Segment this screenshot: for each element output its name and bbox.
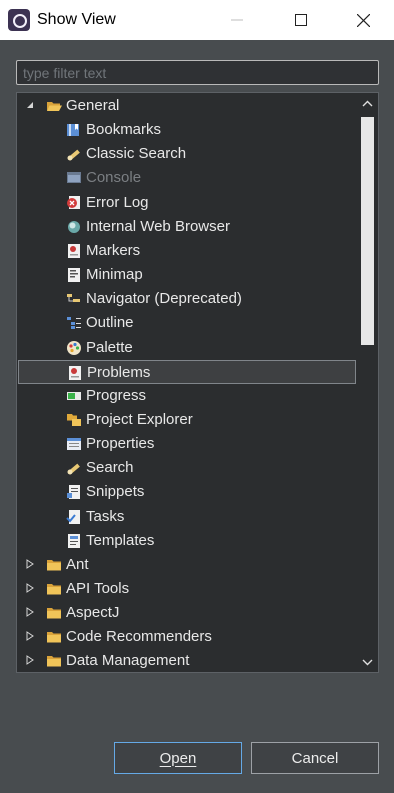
tree-item-internal-web-browser[interactable]: Internal Web Browser — [18, 215, 356, 239]
minimize-icon — [231, 19, 243, 21]
view-tree: General Bookmarks Classic Search Console Err… — [16, 92, 379, 673]
tree-item-palette[interactable]: Palette — [18, 336, 356, 360]
console-icon — [66, 170, 82, 186]
tree-item-label: Internal Web Browser — [86, 217, 230, 235]
open-button[interactable]: Open — [114, 742, 242, 774]
project-explorer-icon — [66, 412, 82, 428]
tree-item-code-recommenders[interactable]: Code Recommenders — [18, 625, 356, 649]
eclipse-app-icon — [8, 9, 30, 31]
tree-item-ant[interactable]: Ant — [18, 553, 356, 577]
title-bar: Show View — [0, 0, 394, 40]
search-icon — [66, 460, 82, 476]
maximize-icon — [295, 14, 307, 26]
tree-item-outline[interactable]: Outline — [18, 311, 356, 335]
tree-item-error-log[interactable]: Error Log — [18, 191, 356, 215]
tree-item-console[interactable]: Console — [18, 166, 356, 190]
tree-item-api-tools[interactable]: API Tools — [18, 577, 356, 601]
collapsed-twisty-icon[interactable] — [24, 582, 36, 594]
folder-icon — [46, 581, 62, 597]
tree-item-label: Ant — [66, 555, 89, 573]
folder-icon — [46, 629, 62, 645]
bookmarks-icon — [66, 122, 82, 138]
tree-item-aspectj[interactable]: AspectJ — [18, 601, 356, 625]
tree-item-minimap[interactable]: Minimap — [18, 263, 356, 287]
close-icon — [356, 13, 370, 27]
chevron-down-icon — [362, 659, 372, 665]
tree-item-label: Outline — [86, 314, 134, 332]
tree-item-label: Progress — [86, 386, 147, 404]
classic-search-icon — [66, 146, 82, 162]
properties-icon — [66, 436, 82, 452]
tree-item-label: Properties — [86, 435, 155, 453]
tree-item-label: Code Recommenders — [66, 628, 212, 646]
folder-icon — [46, 653, 62, 669]
tree-item-label: Markers — [86, 241, 141, 259]
tree-item-snippets[interactable]: Snippets — [18, 480, 356, 504]
tree-item-properties[interactable]: Properties — [18, 432, 356, 456]
scroll-up-button[interactable] — [356, 93, 378, 113]
collapsed-twisty-icon[interactable] — [24, 630, 36, 642]
problems-icon — [67, 365, 83, 381]
tree-item-tasks[interactable]: Tasks — [18, 505, 356, 529]
chevron-up-icon — [362, 100, 372, 106]
maximize-button[interactable] — [276, 0, 326, 40]
folder-icon — [46, 605, 62, 621]
tree-item-markers[interactable]: Markers — [18, 239, 356, 263]
tree-item-label: Tasks — [86, 507, 125, 525]
markers-icon — [66, 243, 82, 259]
minimap-icon — [66, 267, 82, 283]
tree-item-label: Data Management — [66, 652, 190, 670]
tree-item-general[interactable]: General — [18, 94, 356, 118]
tree-item-label: Search — [86, 459, 134, 477]
palette-icon — [66, 340, 82, 356]
folder-open-icon — [46, 98, 62, 114]
tree-item-search[interactable]: Search — [18, 456, 356, 480]
tree-item-label: Problems — [87, 363, 151, 381]
collapsed-twisty-icon[interactable] — [24, 558, 36, 570]
scroll-down-button[interactable] — [356, 652, 378, 672]
filter-input[interactable] — [16, 60, 379, 85]
minimize-button[interactable] — [212, 0, 262, 40]
outline-icon — [66, 315, 82, 331]
web-browser-icon — [66, 219, 82, 235]
tree-item-label: Templates — [86, 531, 155, 549]
folder-icon — [46, 557, 62, 573]
cancel-button-label: Cancel — [291, 749, 339, 767]
navigator-icon — [66, 291, 82, 307]
tree-item-bookmarks[interactable]: Bookmarks — [18, 118, 356, 142]
scrollbar-thumb[interactable] — [361, 117, 374, 345]
tree-item-data-management[interactable]: Data Management — [18, 649, 356, 672]
open-button-label: Open — [159, 749, 197, 767]
tree-item-label: Error Log — [86, 193, 149, 211]
tree-item-label: Classic Search — [86, 145, 187, 163]
tree-item-label: AspectJ — [66, 604, 120, 622]
templates-icon — [66, 533, 82, 549]
close-button[interactable] — [338, 0, 388, 40]
tree-item-problems[interactable]: Problems — [18, 359, 356, 384]
tree-item-label: Palette — [86, 338, 133, 356]
tree-item-label: Project Explorer — [86, 410, 193, 428]
cancel-button[interactable]: Cancel — [251, 742, 379, 774]
tree-item-templates[interactable]: Templates — [18, 529, 356, 553]
tree-item-navigator-deprecated[interactable]: Navigator (Deprecated) — [18, 287, 356, 311]
tree-item-label: Navigator (Deprecated) — [86, 290, 242, 308]
error-log-icon — [66, 195, 82, 211]
tree-item-label: Snippets — [86, 483, 145, 501]
vertical-scrollbar[interactable] — [356, 93, 378, 672]
tree-item-progress[interactable]: Progress — [18, 384, 356, 408]
collapsed-twisty-icon[interactable] — [24, 654, 36, 666]
snippets-icon — [66, 484, 82, 500]
tree-item-label: Bookmarks — [86, 121, 162, 139]
tree-item-label: General — [66, 97, 120, 114]
progress-icon — [66, 388, 82, 404]
window-title: Show View — [37, 11, 116, 28]
tree-item-label: API Tools — [66, 580, 130, 597]
tree-item-label: Console — [86, 169, 142, 187]
collapsed-twisty-icon[interactable] — [24, 606, 36, 618]
expanded-twisty-icon[interactable] — [24, 99, 36, 111]
tree-item-project-explorer[interactable]: Project Explorer — [18, 408, 356, 432]
tree-item-classic-search[interactable]: Classic Search — [18, 142, 356, 166]
tasks-icon — [66, 509, 82, 525]
tree-item-label: Minimap — [86, 266, 143, 284]
